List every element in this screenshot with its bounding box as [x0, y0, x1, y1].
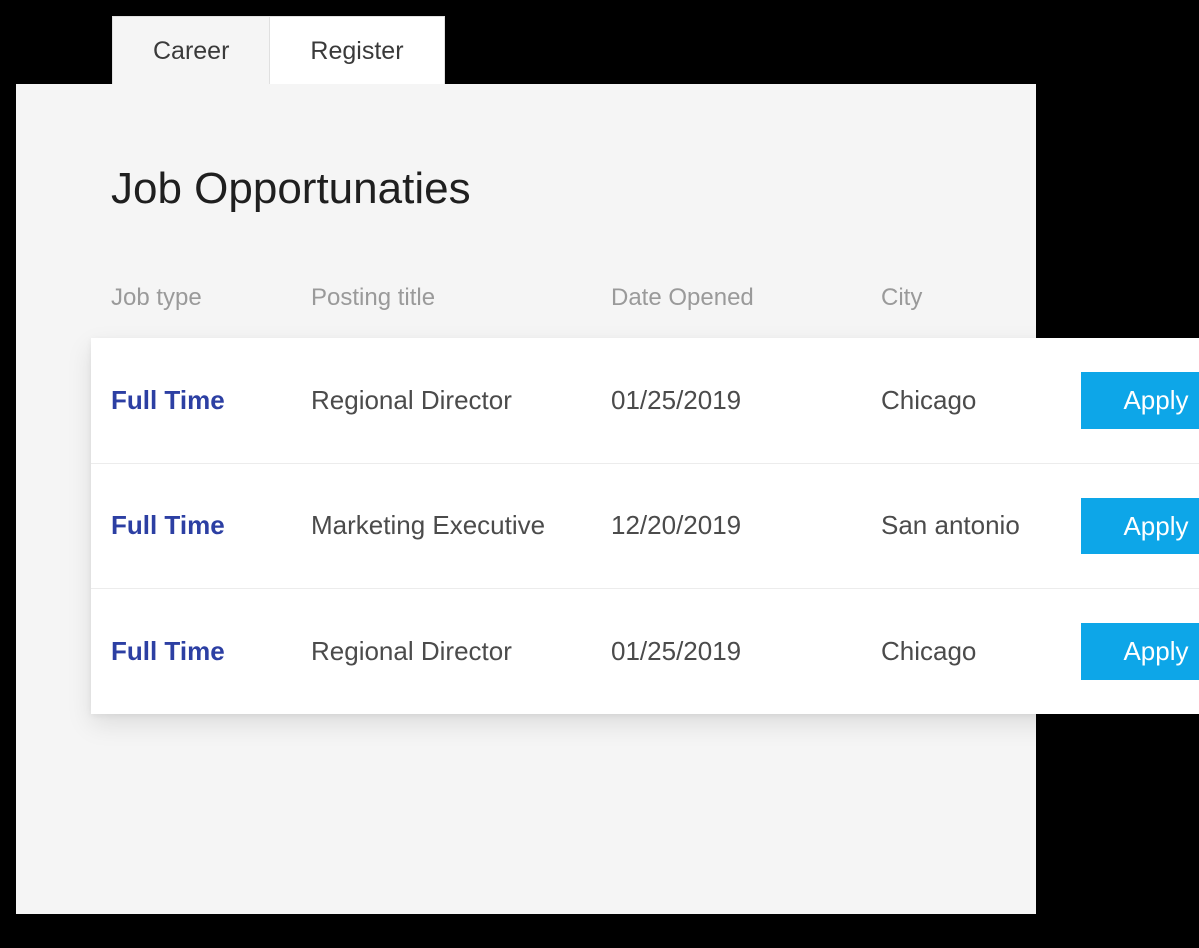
cell-posting-title: Marketing Executive	[311, 510, 611, 541]
apply-button[interactable]: Apply	[1081, 498, 1199, 555]
col-header-job-type: Job type	[111, 284, 311, 312]
cell-city: Chicago	[881, 385, 1081, 416]
cell-city: San antonio	[881, 510, 1081, 541]
tab-bar: Career Register	[112, 16, 1196, 84]
cell-job-type: Full Time	[111, 385, 311, 416]
jobs-table: Job type Posting title Date Opened City …	[91, 284, 1036, 714]
cell-job-type: Full Time	[111, 510, 311, 541]
col-header-posting-title: Posting title	[311, 284, 611, 312]
col-header-city: City	[881, 284, 1081, 312]
cell-city: Chicago	[881, 636, 1081, 667]
cell-posting-title: Regional Director	[311, 636, 611, 667]
col-header-action	[1081, 284, 1199, 312]
cell-date-opened: 01/25/2019	[611, 636, 881, 667]
content-panel: Job Opportunaties Job type Posting title…	[16, 84, 1036, 914]
table-header-row: Job type Posting title Date Opened City	[91, 284, 1036, 312]
cell-action: Apply	[1081, 372, 1199, 429]
table-row: Full Time Regional Director 01/25/2019 C…	[91, 338, 1199, 463]
tab-career[interactable]: Career	[112, 16, 269, 84]
cell-date-opened: 12/20/2019	[611, 510, 881, 541]
apply-button[interactable]: Apply	[1081, 623, 1199, 680]
col-header-date-opened: Date Opened	[611, 284, 881, 312]
cell-action: Apply	[1081, 623, 1199, 680]
cell-job-type: Full Time	[111, 636, 311, 667]
tab-register[interactable]: Register	[269, 16, 444, 84]
page-title: Job Opportunaties	[111, 164, 1036, 214]
apply-button[interactable]: Apply	[1081, 372, 1199, 429]
cell-action: Apply	[1081, 498, 1199, 555]
table-body: Full Time Regional Director 01/25/2019 C…	[91, 338, 1199, 714]
cell-posting-title: Regional Director	[311, 385, 611, 416]
table-row: Full Time Regional Director 01/25/2019 C…	[91, 588, 1199, 714]
table-row: Full Time Marketing Executive 12/20/2019…	[91, 463, 1199, 589]
cell-date-opened: 01/25/2019	[611, 385, 881, 416]
